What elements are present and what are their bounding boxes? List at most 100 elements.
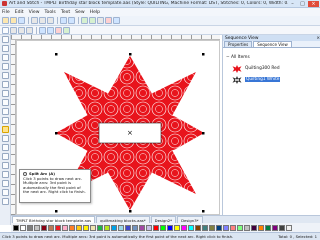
doc-tab[interactable]: quiltmaking blocks.aas* [96, 216, 150, 223]
ellipse-tool-icon[interactable] [2, 108, 9, 115]
freehand-tool-icon[interactable] [2, 90, 9, 97]
align-center-icon[interactable] [18, 26, 25, 34]
doc-tab[interactable]: Design2* [150, 216, 177, 223]
palette-swatch[interactable] [20, 224, 26, 231]
sequence-item[interactable]: Quilting1 White [226, 74, 317, 85]
menu-help[interactable]: Help [90, 10, 100, 15]
palette-swatch[interactable] [272, 224, 278, 231]
palette-swatch[interactable] [202, 224, 208, 231]
new-file-icon[interactable] [2, 17, 9, 24]
palette-swatch[interactable] [76, 224, 82, 231]
palette-swatch[interactable] [230, 224, 236, 231]
doc-tab[interactable]: Design3* [177, 216, 203, 223]
copy-icon[interactable] [39, 17, 46, 24]
menu-tools[interactable]: Tools [45, 10, 56, 15]
palette-swatch[interactable] [223, 224, 229, 231]
applique-tool-icon[interactable] [2, 198, 9, 205]
paste-icon[interactable] [47, 17, 54, 24]
palette-swatch[interactable] [174, 224, 180, 231]
palette-swatch[interactable] [41, 224, 47, 231]
select-tool-icon[interactable] [2, 26, 9, 34]
maximize-button[interactable]: □ [298, 1, 307, 7]
menu-file[interactable]: File [2, 10, 10, 15]
palette-swatch[interactable] [69, 224, 75, 231]
panel-close-icon[interactable]: × [316, 36, 320, 41]
palette-swatch[interactable] [55, 224, 61, 231]
palette-swatch[interactable] [139, 224, 145, 231]
palette-swatch[interactable] [34, 224, 40, 231]
tab-properties[interactable]: Properties [224, 41, 253, 47]
stitch-tool-icon[interactable] [2, 180, 9, 187]
palette-swatch[interactable] [188, 224, 194, 231]
undo-icon[interactable] [60, 17, 67, 24]
palette-swatch[interactable] [83, 224, 89, 231]
palette-swatch[interactable] [167, 224, 173, 231]
rectangle-tool-icon[interactable] [2, 99, 9, 106]
palette-swatch[interactable] [258, 224, 264, 231]
split-arc-tool-icon[interactable] [2, 126, 9, 133]
zoom-tool-icon[interactable] [2, 54, 9, 61]
knife-tool-icon[interactable] [2, 162, 9, 169]
palette-swatch[interactable] [251, 224, 257, 231]
zoom-in-icon[interactable] [81, 17, 88, 24]
doc-tab[interactable]: TMPLT Birthday star block template.aas [12, 216, 96, 223]
color-tool-icon[interactable] [2, 189, 9, 196]
measure-tool-icon[interactable] [2, 171, 9, 178]
tab-sequence-view[interactable]: Sequence View [253, 41, 292, 47]
palette-swatch[interactable] [146, 224, 152, 231]
fill-tool-icon[interactable] [2, 144, 9, 151]
palette-swatch[interactable] [27, 224, 33, 231]
palette-swatch[interactable] [125, 224, 131, 231]
align-left-icon[interactable] [10, 26, 17, 34]
pointer-tool-icon[interactable] [2, 36, 9, 43]
sequence-item[interactable]: Quilting300 Red [226, 63, 317, 74]
palette-swatch[interactable] [209, 224, 215, 231]
palette-swatch[interactable] [244, 224, 250, 231]
group-icon[interactable] [39, 26, 46, 34]
outline-tool-icon[interactable] [2, 153, 9, 160]
palette-swatch[interactable] [153, 224, 159, 231]
menu-text[interactable]: Text [61, 10, 70, 15]
align-right-icon[interactable] [26, 26, 33, 34]
stitch-type-icon[interactable] [55, 26, 62, 34]
palette-swatch[interactable] [286, 224, 292, 231]
palette-swatch[interactable] [90, 224, 96, 231]
design-canvas[interactable]: × Split Arc (A) Click 3 points to draw n… [16, 40, 220, 215]
palette-swatch[interactable] [97, 224, 103, 231]
cut-icon[interactable] [31, 17, 38, 24]
bezier-tool-icon[interactable] [2, 81, 9, 88]
palette-swatch[interactable] [13, 224, 19, 231]
palette-swatch[interactable] [62, 224, 68, 231]
palette-swatch[interactable] [160, 224, 166, 231]
menu-view[interactable]: View [29, 10, 40, 15]
fill-icon[interactable] [63, 26, 70, 34]
line-tool-icon[interactable] [2, 72, 9, 79]
save-icon[interactable] [18, 17, 25, 24]
palette-swatch[interactable] [132, 224, 138, 231]
close-button[interactable]: × [308, 0, 319, 7]
open-folder-icon[interactable] [10, 17, 17, 24]
palette-swatch[interactable] [237, 224, 243, 231]
sequence-root[interactable]: − All Items [226, 52, 317, 63]
palette-swatch[interactable] [279, 224, 285, 231]
minimize-button[interactable]: – [288, 1, 297, 7]
zoom-fit-icon[interactable] [97, 17, 104, 24]
palette-swatch[interactable] [181, 224, 187, 231]
redo-icon[interactable] [68, 17, 75, 24]
print-icon[interactable] [105, 17, 112, 24]
palette-swatch[interactable] [48, 224, 54, 231]
palette-swatch[interactable] [216, 224, 222, 231]
zoom-out-icon[interactable] [89, 17, 96, 24]
polygon-tool-icon[interactable] [2, 117, 9, 124]
palette-swatch[interactable] [104, 224, 110, 231]
ungroup-icon[interactable] [47, 26, 54, 34]
palette-swatch[interactable] [118, 224, 124, 231]
pan-tool-icon[interactable] [2, 63, 9, 70]
palette-swatch[interactable] [111, 224, 117, 231]
palette-swatch[interactable] [265, 224, 271, 231]
text-tool-icon[interactable] [2, 135, 9, 142]
node-edit-tool-icon[interactable] [2, 45, 9, 52]
menu-sew[interactable]: Sew [75, 10, 85, 15]
palette-swatch[interactable] [195, 224, 201, 231]
grid-icon[interactable] [113, 17, 120, 24]
